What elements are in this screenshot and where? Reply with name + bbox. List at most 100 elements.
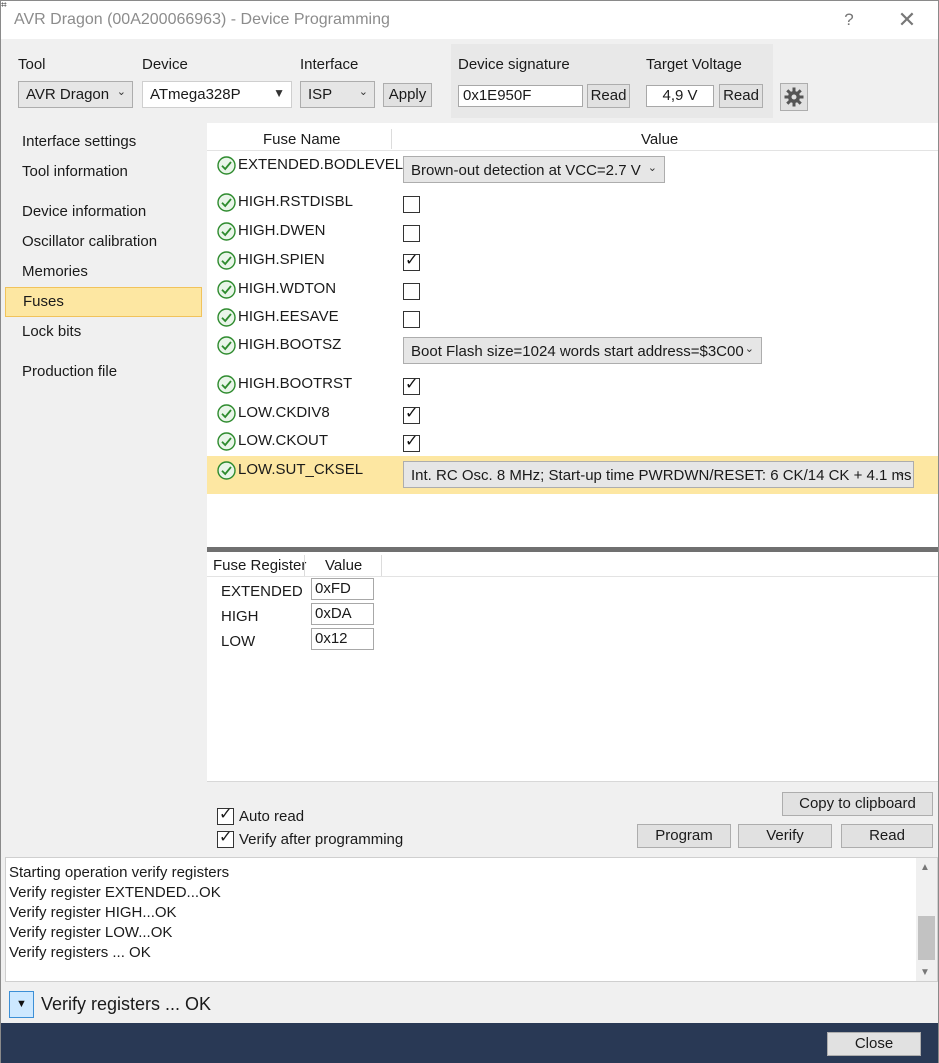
sidebar-item-tool-information[interactable]: Tool information [5,158,202,188]
fuse-checkbox[interactable] [403,225,420,242]
checkmark-icon: ✓ [405,252,419,269]
fuse-value-select[interactable]: Int. RC Osc. 8 MHz; Start-up time PWRDWN… [403,461,914,488]
fuse-checkbox[interactable]: ✓ [403,405,420,424]
panel-splitter[interactable] [207,547,938,552]
target-voltage-field[interactable]: 4,9 V [646,85,714,107]
sidebar-item-lock-bits[interactable]: Lock bits [5,318,202,348]
register-value-extended[interactable]: 0xFD [311,578,374,600]
log-line: Verify register LOW...OK [9,924,173,941]
chevron-down-icon: ⌄ [358,86,368,98]
register-name-high: HIGH [221,608,259,625]
chevron-down-icon: ⌄ [647,162,657,174]
sidebar-item-device-information[interactable]: Device information [5,198,202,228]
fuse-checkbox[interactable]: ✓ [403,376,420,395]
tool-select[interactable]: AVR Dragon ⌄ [18,81,133,108]
device-signature-field[interactable]: 0x1E950F [458,85,583,107]
chevron-down-icon: ⌄ [116,86,126,98]
help-button[interactable]: ? [827,5,871,35]
fuse-row[interactable]: HIGH.EESAVE [207,303,938,331]
auto-read-checkbox[interactable]: ✓ [217,806,234,825]
register-value-column-header: Value [325,557,363,574]
expand-status-button[interactable]: ▼ [9,991,34,1018]
fuse-row[interactable]: HIGH.BOOTSZ Boot Flash size=1024 words st… [207,331,938,370]
register-value-low[interactable]: 0x12 [311,628,374,650]
checkmark-icon: ✓ [405,433,419,450]
close-button[interactable]: Close [827,1032,921,1056]
fuse-row[interactable]: LOW.SUT_CKSEL Int. RC Osc. 8 MHz; Start-u… [207,456,938,494]
device-label: Device [142,56,188,73]
read-button[interactable]: Read [841,824,933,848]
status-ok-icon [217,404,236,423]
signature-voltage-panel: Device signature 0x1E950F Read Target Vo… [451,44,773,118]
interface-select[interactable]: ISP ⌄ [300,81,375,108]
device-programming-window: ⌗ AVR Dragon (00A200066963) - Device Pro… [0,0,939,1063]
apply-button[interactable]: Apply [383,83,432,107]
sidebar-item-fuses[interactable]: Fuses [5,287,202,317]
register-name-low: LOW [221,633,256,650]
settings-button[interactable] [780,83,808,111]
log-line: Verify register HIGH...OK [9,904,177,921]
device-select[interactable]: ATmega328P ▼ [142,81,292,108]
signature-read-button[interactable]: Read [587,84,630,108]
fuse-checkbox[interactable]: ✓ [403,433,420,452]
fuse-row[interactable]: HIGH.DWEN [207,217,938,246]
scroll-up-icon[interactable]: ▲ [920,862,930,873]
status-ok-icon [217,251,236,270]
sidebar-item-oscillator-calibration[interactable]: Oscillator calibration [5,228,202,258]
column-separator [381,555,382,576]
verify-button[interactable]: Verify [738,824,832,848]
status-ok-icon [217,375,236,394]
fuse-value-select-text: Brown-out detection at VCC=2.7 V [411,162,641,179]
fuse-row[interactable]: HIGH.WDTON [207,275,938,303]
fuse-value-select-text: Int. RC Osc. 8 MHz; Start-up time PWRDWN… [411,467,912,484]
window-close-button[interactable]: ✕ [885,5,929,35]
fuse-value-select[interactable]: Brown-out detection at VCC=2.7 V ⌄ [403,156,665,183]
checkmark-icon: ✓ [219,806,233,823]
checkmark-icon: ✓ [405,376,419,393]
title-bar: ⌗ AVR Dragon (00A200066963) - Device Pro… [1,1,938,39]
scroll-down-icon[interactable]: ▼ [920,967,930,978]
log-scrollbar[interactable]: ▲ ▼ [916,858,937,981]
fuse-name: LOW.CKDIV8 [238,404,330,421]
copy-to-clipboard-button[interactable]: Copy to clipboard [782,792,933,816]
fuse-value-select[interactable]: Boot Flash size=1024 words start address… [403,337,762,364]
target-voltage-label: Target Voltage [646,56,742,73]
dropdown-arrow-icon: ▼ [273,86,285,100]
fuse-checkbox[interactable]: ✓ [403,252,420,271]
interface-label: Interface [300,56,359,73]
fuse-checkbox[interactable] [403,196,420,213]
voltage-read-button[interactable]: Read [719,84,763,108]
output-log[interactable]: Starting operation verify registers Veri… [5,857,938,982]
status-ok-icon [217,432,236,451]
fuse-checkbox[interactable] [403,283,420,300]
fuse-row[interactable]: HIGH.BOOTRST ✓ [207,370,938,399]
log-line: Starting operation verify registers [9,864,230,881]
fuse-row[interactable]: LOW.CKDIV8 ✓ [207,399,938,427]
sidebar: Interface settings Tool information Devi… [5,123,205,855]
fuse-name: HIGH.SPIEN [238,251,325,268]
toolbar: Tool AVR Dragon ⌄ Device ATmega328P ▼ In… [5,39,938,121]
device-signature-label: Device signature [458,56,570,73]
fuse-name: HIGH.BOOTRST [238,375,353,392]
fuse-row[interactable]: LOW.CKOUT ✓ [207,427,938,456]
dialog-footer: Close [1,1023,938,1063]
sidebar-item-interface-settings[interactable]: Interface settings [5,128,202,158]
fuse-row[interactable]: HIGH.SPIEN ✓ [207,246,938,275]
scrollbar-thumb[interactable] [918,916,935,960]
register-value-high[interactable]: 0xDA [311,603,374,625]
sidebar-item-memories[interactable]: Memories [5,258,202,288]
fuse-name: HIGH.WDTON [238,280,337,297]
fuse-checkbox[interactable] [403,311,420,328]
device-select-value: ATmega328P [150,86,241,103]
fuse-name: HIGH.BOOTSZ [238,336,342,353]
log-line: Verify registers ... OK [9,944,151,961]
chevron-down-icon: ⌄ [896,467,906,479]
auto-read-label: Auto read [239,808,305,825]
fuse-row[interactable]: EXTENDED.BODLEVEL Brown-out detection at … [207,151,938,188]
program-button[interactable]: Program [637,824,731,848]
fuse-register-column-header: Fuse Register [213,557,307,574]
fuse-row[interactable]: HIGH.RSTDISBL [207,188,938,217]
sidebar-item-production-file[interactable]: Production file [5,358,202,388]
verify-after-programming-checkbox[interactable]: ✓ [217,829,234,848]
fuses-panel: Fuse Name Value EXTENDED.BODLEVEL Brown-o… [207,123,938,855]
